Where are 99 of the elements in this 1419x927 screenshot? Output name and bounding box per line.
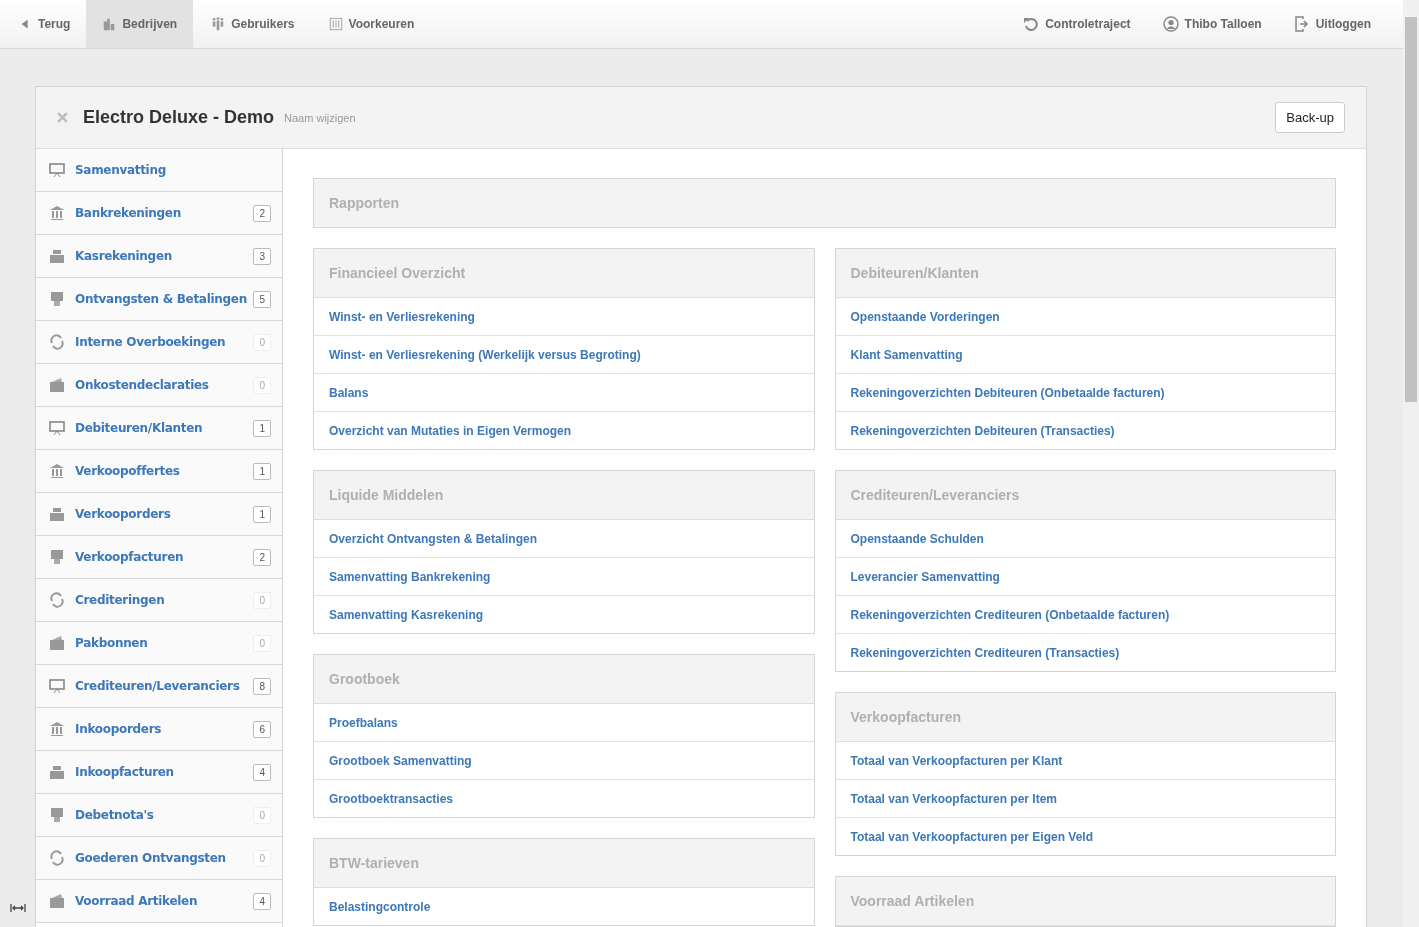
sidebar-label: Ontvangsten & Betalingen — [75, 292, 247, 306]
report-link[interactable]: Grootboek Samenvatting — [314, 742, 814, 780]
section-title: Grootboek — [314, 655, 814, 704]
sidebar-item[interactable]: Samenvatting — [36, 149, 282, 192]
nav-link[interactable]: Controletraject — [1007, 0, 1147, 48]
count-badge: 4 — [253, 892, 271, 910]
report-link[interactable]: Balans — [314, 374, 814, 412]
sidebar-label: Pakbonnen — [75, 636, 148, 650]
count-badge: 1 — [253, 462, 271, 480]
sidebar-label: Debetnota's — [75, 808, 154, 822]
sidebar-label: Goederen Ontvangsten — [75, 851, 226, 865]
report-link[interactable]: Belastingcontrole — [314, 888, 814, 925]
sidebar-label: Verkooporders — [75, 507, 171, 521]
sidebar-label: Inkoopfacturen — [75, 765, 174, 779]
sidebar-label: Crediteringen — [75, 593, 165, 607]
report-link[interactable]: Klant Samenvatting — [835, 336, 1335, 374]
count-badge: 1 — [253, 505, 271, 523]
user-icon — [1162, 16, 1179, 32]
nav-tab[interactable]: Bedrijven — [86, 0, 194, 48]
count-badge: 2 — [253, 548, 271, 566]
sidebar-item[interactable]: Bankrekeningen 2 — [36, 192, 282, 235]
sidebar-label: Kasrekeningen — [75, 249, 172, 263]
close-icon[interactable] — [57, 112, 68, 123]
sidebar-label: Onkostendeclaraties — [75, 378, 209, 392]
refresh-icon — [49, 334, 65, 350]
count-badge: 0 — [253, 591, 271, 609]
nav-tab[interactable]: Terug — [0, 0, 87, 48]
report-link[interactable]: Winst- en Verliesrekening (Werkelijk versus Begroting) — [314, 336, 814, 374]
sidebar-label: Verkoopoffertes — [75, 464, 180, 478]
count-badge: 4 — [253, 763, 271, 781]
report-link[interactable]: Overzicht Ontvangsten & Betalingen — [314, 520, 814, 558]
section-title: BTW-tarieven — [314, 839, 814, 888]
section-title: Verkoopfacturen — [835, 693, 1335, 742]
logout-icon — [1293, 16, 1310, 32]
sidebar-item[interactable]: Verkooporders 1 — [36, 493, 282, 536]
sidebar-item[interactable]: Inkooporders 6 — [36, 708, 282, 751]
reports-header: Rapporten — [313, 178, 1336, 228]
count-badge: 6 — [253, 720, 271, 738]
report-link[interactable]: Overzicht van Mutaties in Eigen Vermogen — [314, 412, 814, 449]
nav-tab[interactable]: Gebruikers — [193, 0, 311, 48]
report-link[interactable]: Grootboektransacties — [314, 780, 814, 817]
sidebar-label: Inkooporders — [75, 722, 162, 736]
count-badge: 3 — [253, 247, 271, 265]
cash-register-icon — [49, 248, 65, 264]
nav-tab[interactable]: Voorkeuren — [310, 0, 431, 48]
sidebar-item[interactable]: Verkoopoffertes 1 — [36, 450, 282, 493]
sidebar-label: Interne Overboekingen — [75, 335, 226, 349]
report-link[interactable]: Samenvatting Kasrekening — [314, 596, 814, 633]
count-badge: 5 — [253, 290, 271, 308]
nav-link[interactable]: Uitloggen — [1277, 0, 1387, 48]
count-badge: 2 — [253, 204, 271, 222]
sidebar-item[interactable]: Voorraad Artikelen 4 — [36, 880, 282, 923]
sidebar-label: Verkoopfacturen — [75, 550, 184, 564]
report-link[interactable]: Rekeningoverzichten Debiteuren (Onbetaalde facturen) — [835, 374, 1335, 412]
sidebar-item[interactable]: Inkoopfacturen 4 — [36, 751, 282, 794]
section-title: Debiteuren/Klanten — [835, 249, 1335, 298]
report-link[interactable]: Totaal van Verkoopfacturen per Eigen Veld — [835, 818, 1335, 855]
sidebar-label: Voorraad Artikelen — [75, 894, 198, 908]
report-link[interactable]: Proefbalans — [314, 704, 814, 742]
report-link[interactable]: Openstaande Vorderingen — [835, 298, 1335, 336]
sidebar-item[interactable]: Verkoopfacturen 2 — [36, 536, 282, 579]
report-link[interactable]: Openstaande Schulden — [835, 520, 1335, 558]
company-name: Electro Deluxe - Demo — [83, 107, 275, 128]
count-badge: 0 — [253, 376, 271, 394]
sidebar-label: Samenvatting — [75, 163, 166, 177]
nav-link[interactable]: Thibo Talloen — [1146, 0, 1278, 48]
sidebar-label: Crediteuren/Leveranciers — [75, 679, 240, 693]
section-title: Crediteuren/Leveranciers — [835, 471, 1335, 520]
section-title: Liquide Middelen — [314, 471, 814, 520]
count-badge: 0 — [253, 806, 271, 824]
report-link[interactable]: Totaal van Verkoopfacturen per Klant — [835, 742, 1335, 780]
presentation-icon — [49, 162, 65, 178]
report-link[interactable]: Rekeningoverzichten Debiteuren (Transacties) — [835, 412, 1335, 449]
sidebar-item[interactable]: Kasrekeningen 3 — [36, 235, 282, 278]
count-badge: 8 — [253, 677, 271, 695]
section-title: Voorraad Artikelen — [835, 877, 1335, 926]
count-badge: 0 — [253, 849, 271, 867]
count-badge: 0 — [253, 634, 271, 652]
bank-icon — [49, 205, 65, 221]
scrollbar[interactable] — [1403, 0, 1419, 927]
sidebar-label: Debiteuren/Klanten — [75, 421, 203, 435]
section-title: Financieel Overzicht — [314, 249, 814, 298]
sidebar-item[interactable]: Ontvangsten & Betalingen 5 — [36, 278, 282, 321]
sidebar-item[interactable]: Crediteuren/Leveranciers 8 — [36, 665, 282, 708]
report-link[interactable]: Totaal van Verkoopfacturen per Item — [835, 780, 1335, 818]
sliders-icon — [328, 17, 343, 31]
sidebar-label: Bankrekeningen — [75, 206, 181, 220]
count-badge: 0 — [253, 333, 271, 351]
report-link[interactable]: Winst- en Verliesrekening — [314, 298, 814, 336]
rename-link[interactable]: Naam wijzigen — [284, 111, 356, 124]
resize-icon[interactable] — [10, 904, 26, 912]
undo-icon — [1023, 16, 1040, 32]
report-link[interactable]: Rekeningoverzichten Crediteuren (Onbetaalde facturen) — [835, 596, 1335, 634]
backup-button[interactable]: Back-up — [1275, 102, 1345, 133]
sidebar-item[interactable]: Debiteuren/Klanten 1 — [36, 407, 282, 450]
count-badge: 1 — [253, 419, 271, 437]
report-link[interactable]: Leverancier Samenvatting — [835, 558, 1335, 596]
report-link[interactable]: Samenvatting Bankrekening — [314, 558, 814, 596]
report-link[interactable]: Rekeningoverzichten Crediteuren (Transacties) — [835, 634, 1335, 671]
